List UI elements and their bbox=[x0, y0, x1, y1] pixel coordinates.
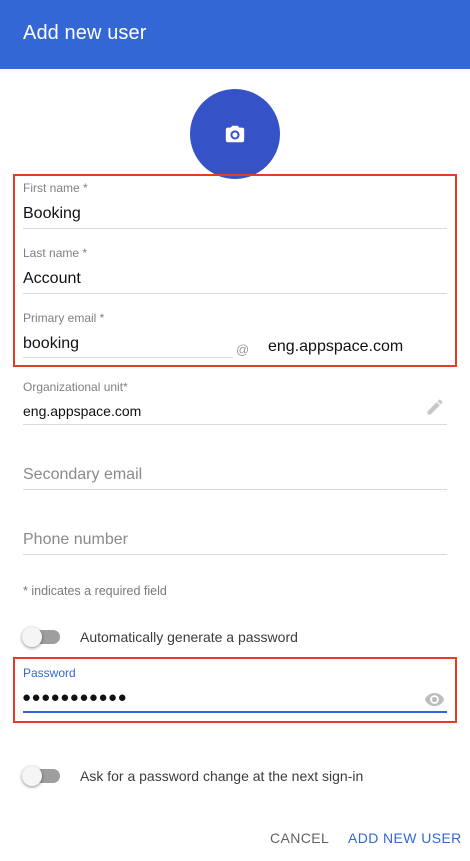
pencil-icon[interactable] bbox=[425, 397, 445, 417]
password-underline bbox=[23, 711, 447, 713]
page-title: Add new user bbox=[23, 22, 147, 44]
add-new-user-button[interactable]: ADD NEW USER bbox=[348, 830, 462, 846]
secondary-email-underline bbox=[23, 489, 447, 490]
ask-password-change-label: Ask for a password change at the next si… bbox=[80, 768, 364, 784]
first-name-underline bbox=[23, 228, 447, 229]
first-name-label: First name * bbox=[23, 181, 88, 195]
last-name-input[interactable]: Account bbox=[23, 270, 81, 288]
email-domain: eng.appspace.com bbox=[268, 338, 404, 355]
app-header: Add new user bbox=[0, 0, 470, 69]
eye-icon[interactable] bbox=[424, 689, 445, 710]
required-note: * indicates a required field bbox=[23, 584, 167, 598]
org-unit-label: Organizational unit* bbox=[23, 380, 128, 394]
auto-password-toggle-knob bbox=[22, 627, 42, 647]
auto-password-toggle[interactable] bbox=[22, 626, 62, 648]
ask-password-change-toggle-knob bbox=[22, 766, 42, 786]
at-symbol: @ bbox=[236, 342, 250, 357]
password-label: Password bbox=[23, 666, 76, 680]
camera-icon bbox=[225, 125, 245, 143]
primary-email-label: Primary email * bbox=[23, 311, 105, 325]
primary-email-underline bbox=[23, 357, 233, 358]
last-name-underline bbox=[23, 293, 447, 294]
ask-password-change-toggle[interactable] bbox=[22, 765, 62, 787]
secondary-email-input[interactable]: Secondary email bbox=[23, 466, 142, 484]
password-input[interactable]: ●●●●●●●●●●● bbox=[22, 689, 127, 706]
org-unit-value: eng.appspace.com bbox=[23, 403, 142, 419]
avatar-upload-button[interactable] bbox=[190, 89, 280, 179]
auto-password-label: Automatically generate a password bbox=[80, 629, 298, 645]
cancel-button[interactable]: CANCEL bbox=[270, 830, 329, 846]
last-name-label: Last name * bbox=[23, 246, 88, 260]
phone-number-underline bbox=[23, 554, 447, 555]
first-name-input[interactable]: Booking bbox=[23, 205, 81, 223]
org-unit-underline bbox=[23, 424, 447, 425]
primary-email-input[interactable]: booking bbox=[23, 335, 79, 353]
phone-number-input[interactable]: Phone number bbox=[23, 531, 128, 549]
